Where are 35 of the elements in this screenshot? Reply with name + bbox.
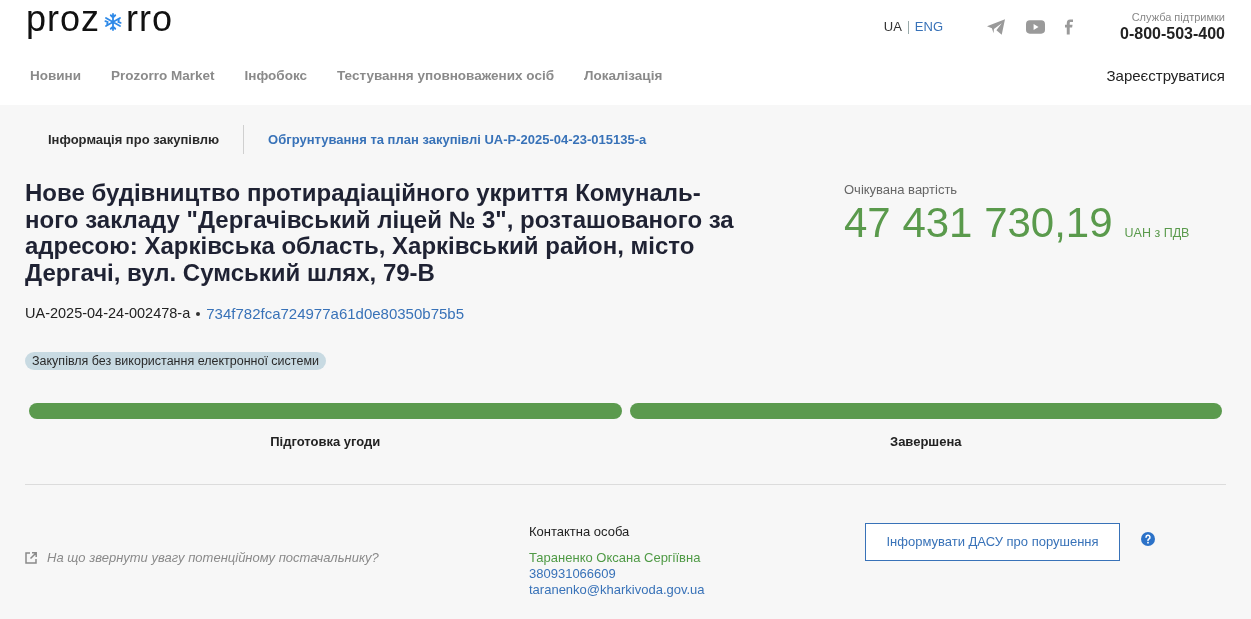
supplier-hint-link[interactable]: На що звернути увагу потенційному постачальнику?: [47, 550, 379, 566]
contact-name: Тараненко Оксана Сергіївна: [529, 550, 701, 566]
help-icon[interactable]: [1141, 532, 1155, 546]
nav-link[interactable]: Інфобокс: [244, 65, 308, 87]
contact-email[interactable]: taranenko@kharkivoda.gov.ua: [529, 582, 705, 598]
snowflake-icon: [104, 13, 123, 31]
hash-link[interactable]: 734f782fca724977a61d0e80350b75b5: [206, 302, 464, 326]
support-phone[interactable]: 0-800-503-400: [1120, 24, 1225, 44]
tab[interactable]: Обгрунтування та план закупівлі UA-P-2025-04-23-015135-a: [244, 125, 671, 154]
f-letter-icon[interactable]: [1065, 19, 1074, 35]
tender-title: Нове будівництво протирадіаційного укриття Комуналь-ного закладу "Дергачівський ліцей № 3", розташованого за адресою: Харківська область, Харківський район, місто Дергачі, вул. Сумський шлях, 79-В: [25, 180, 735, 286]
procurement-type-badge: Закупівля без використання електронної системи: [25, 352, 326, 370]
language-link[interactable]: ENG: [914, 19, 944, 35]
tab[interactable]: Інформація про закупівлю: [25, 125, 244, 154]
stage-label: Завершена: [890, 433, 962, 451]
paper-plane-icon[interactable]: [987, 19, 1006, 35]
logo-text[interactable]: rro: [126, 0, 174, 38]
register-link[interactable]: Зареєструватися: [1106, 64, 1225, 88]
report-button[interactable]: Інформувати ДАСУ про порушення: [865, 523, 1120, 561]
contact-heading: Контактна особа: [529, 524, 630, 540]
price-amount: 47 431 730,19: [844, 199, 1113, 247]
nav-link[interactable]: Локалізація: [584, 65, 663, 87]
tender-id: UA-2025-04-24-002478-a: [25, 304, 191, 324]
nav-link[interactable]: Новини: [30, 65, 82, 87]
language-link[interactable]: UA: [883, 19, 902, 35]
external-link-icon: [25, 552, 37, 564]
price-label: Очікувана вартість: [844, 181, 959, 199]
logo-text[interactable]: proz: [26, 0, 101, 38]
contact-phone[interactable]: 380931066609: [529, 566, 616, 582]
nav-link[interactable]: Prozorro Market: [111, 65, 215, 87]
stage-label: Підготовка угоди: [270, 433, 381, 451]
support-label: Служба підтримки: [1131, 10, 1225, 24]
video-play-icon[interactable]: [1026, 20, 1046, 34]
nav-link[interactable]: Тестування уповноважених осіб: [337, 65, 554, 87]
price-currency: UAH з ПДВ: [1124, 225, 1190, 242]
